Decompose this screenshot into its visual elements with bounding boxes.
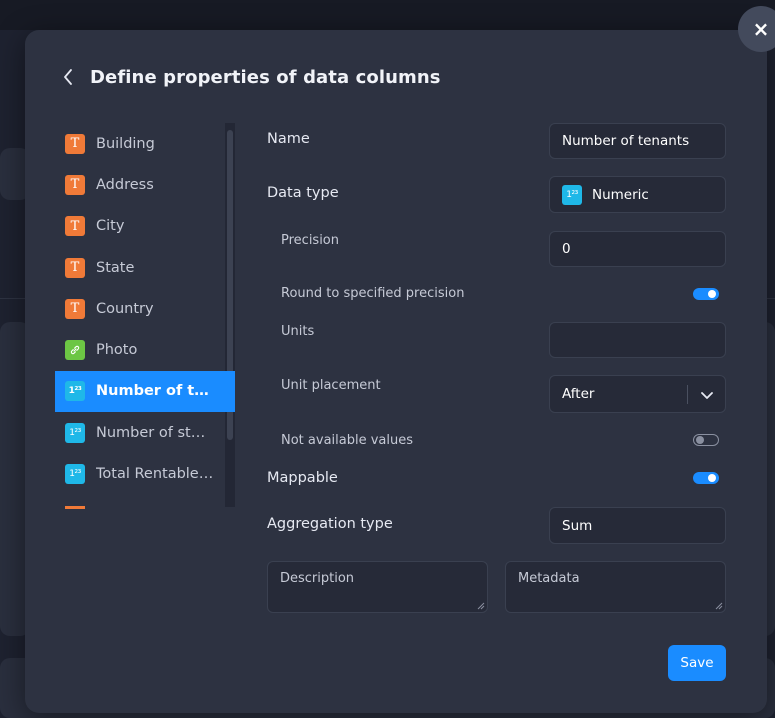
column-item-label: Number of stor...: [96, 424, 214, 441]
column-item[interactable]: T City: [55, 206, 235, 247]
column-item-label: Total Rentable ...: [96, 466, 214, 483]
toggle-knob: [696, 435, 704, 444]
link-type-icon: [65, 340, 85, 361]
units-label: Units: [281, 324, 315, 339]
column-item-label: Number of ten...: [96, 383, 214, 400]
text-type-icon: T: [65, 298, 85, 319]
toggle-knob: [708, 474, 716, 482]
numeric-type-icon: 1²³: [562, 184, 582, 205]
data-type-value: Numeric: [592, 186, 649, 203]
column-list: T Building T Address T City T State T Country Phot…: [55, 123, 235, 507]
unit-placement-value: After: [562, 386, 595, 402]
numeric-type-icon: 1²³: [65, 464, 85, 485]
text-type-icon: T: [65, 174, 85, 195]
text-type-icon: T: [65, 133, 85, 154]
column-item[interactable]: 1²³ Number of ten...: [55, 370, 235, 413]
text-type-icon: T: [65, 216, 85, 237]
column-item-label: Photo: [96, 342, 138, 359]
unit-placement-label: Unit placement: [281, 378, 381, 393]
toggle-knob: [708, 290, 716, 298]
define-properties-modal: Define properties of data columns T Build…: [25, 30, 767, 713]
data-type-label: Data type: [267, 185, 339, 201]
column-item[interactable]: T State: [55, 247, 235, 288]
description-placeholder: Description: [280, 571, 355, 586]
column-item-label: City: [96, 218, 125, 235]
round-precision-label: Round to specified precision: [281, 286, 465, 301]
numeric-type-icon: 1²³: [65, 381, 85, 402]
column-item[interactable]: T Building: [55, 123, 235, 164]
modal-title: Define properties of data columns: [90, 66, 441, 88]
description-textarea[interactable]: Description: [267, 561, 488, 613]
mappable-label: Mappable: [267, 470, 338, 486]
resize-handle-icon[interactable]: [715, 602, 723, 610]
round-precision-toggle[interactable]: [693, 288, 719, 300]
column-item-label: Building: [96, 135, 155, 152]
text-type-icon: T: [65, 257, 85, 278]
not-available-values-label: Not available values: [281, 433, 413, 448]
precision-input[interactable]: 0: [549, 231, 726, 267]
name-input[interactable]: Number of tenants: [549, 123, 726, 159]
aggregation-type-label: Aggregation type: [267, 516, 393, 532]
column-item[interactable]: T Country: [55, 288, 235, 329]
save-button[interactable]: Save: [668, 645, 726, 681]
column-item[interactable]: 1²³ Number of stor...: [55, 412, 235, 453]
aggregation-type-field[interactable]: Sum: [549, 507, 726, 544]
resize-handle-icon[interactable]: [477, 602, 485, 610]
column-item-label: Country: [96, 300, 154, 317]
chevron-down-icon[interactable]: [701, 388, 713, 404]
column-item[interactable]: Photo: [55, 329, 235, 370]
column-item[interactable]: T Address: [55, 164, 235, 205]
modal-header: Define properties of data columns: [63, 64, 441, 90]
unit-placement-select[interactable]: After: [549, 375, 726, 413]
metadata-textarea[interactable]: Metadata: [505, 561, 726, 613]
not-available-values-toggle[interactable]: [693, 434, 719, 446]
precision-label: Precision: [281, 233, 340, 248]
units-input[interactable]: [549, 322, 726, 358]
background-app-bar: [0, 0, 775, 30]
numeric-type-icon: 1²³: [65, 422, 85, 443]
select-divider: [687, 385, 688, 404]
partially-visible-column-icon: [65, 506, 85, 509]
column-item[interactable]: 1²³ Total Rentable ...: [55, 453, 235, 494]
data-type-field[interactable]: 1²³ Numeric: [549, 176, 726, 213]
chevron-left-icon[interactable]: [63, 66, 81, 88]
metadata-placeholder: Metadata: [518, 571, 580, 586]
column-item-label: State: [96, 259, 135, 276]
column-item-label: Address: [96, 176, 154, 193]
name-label: Name: [267, 131, 310, 147]
mappable-toggle[interactable]: [693, 472, 719, 484]
